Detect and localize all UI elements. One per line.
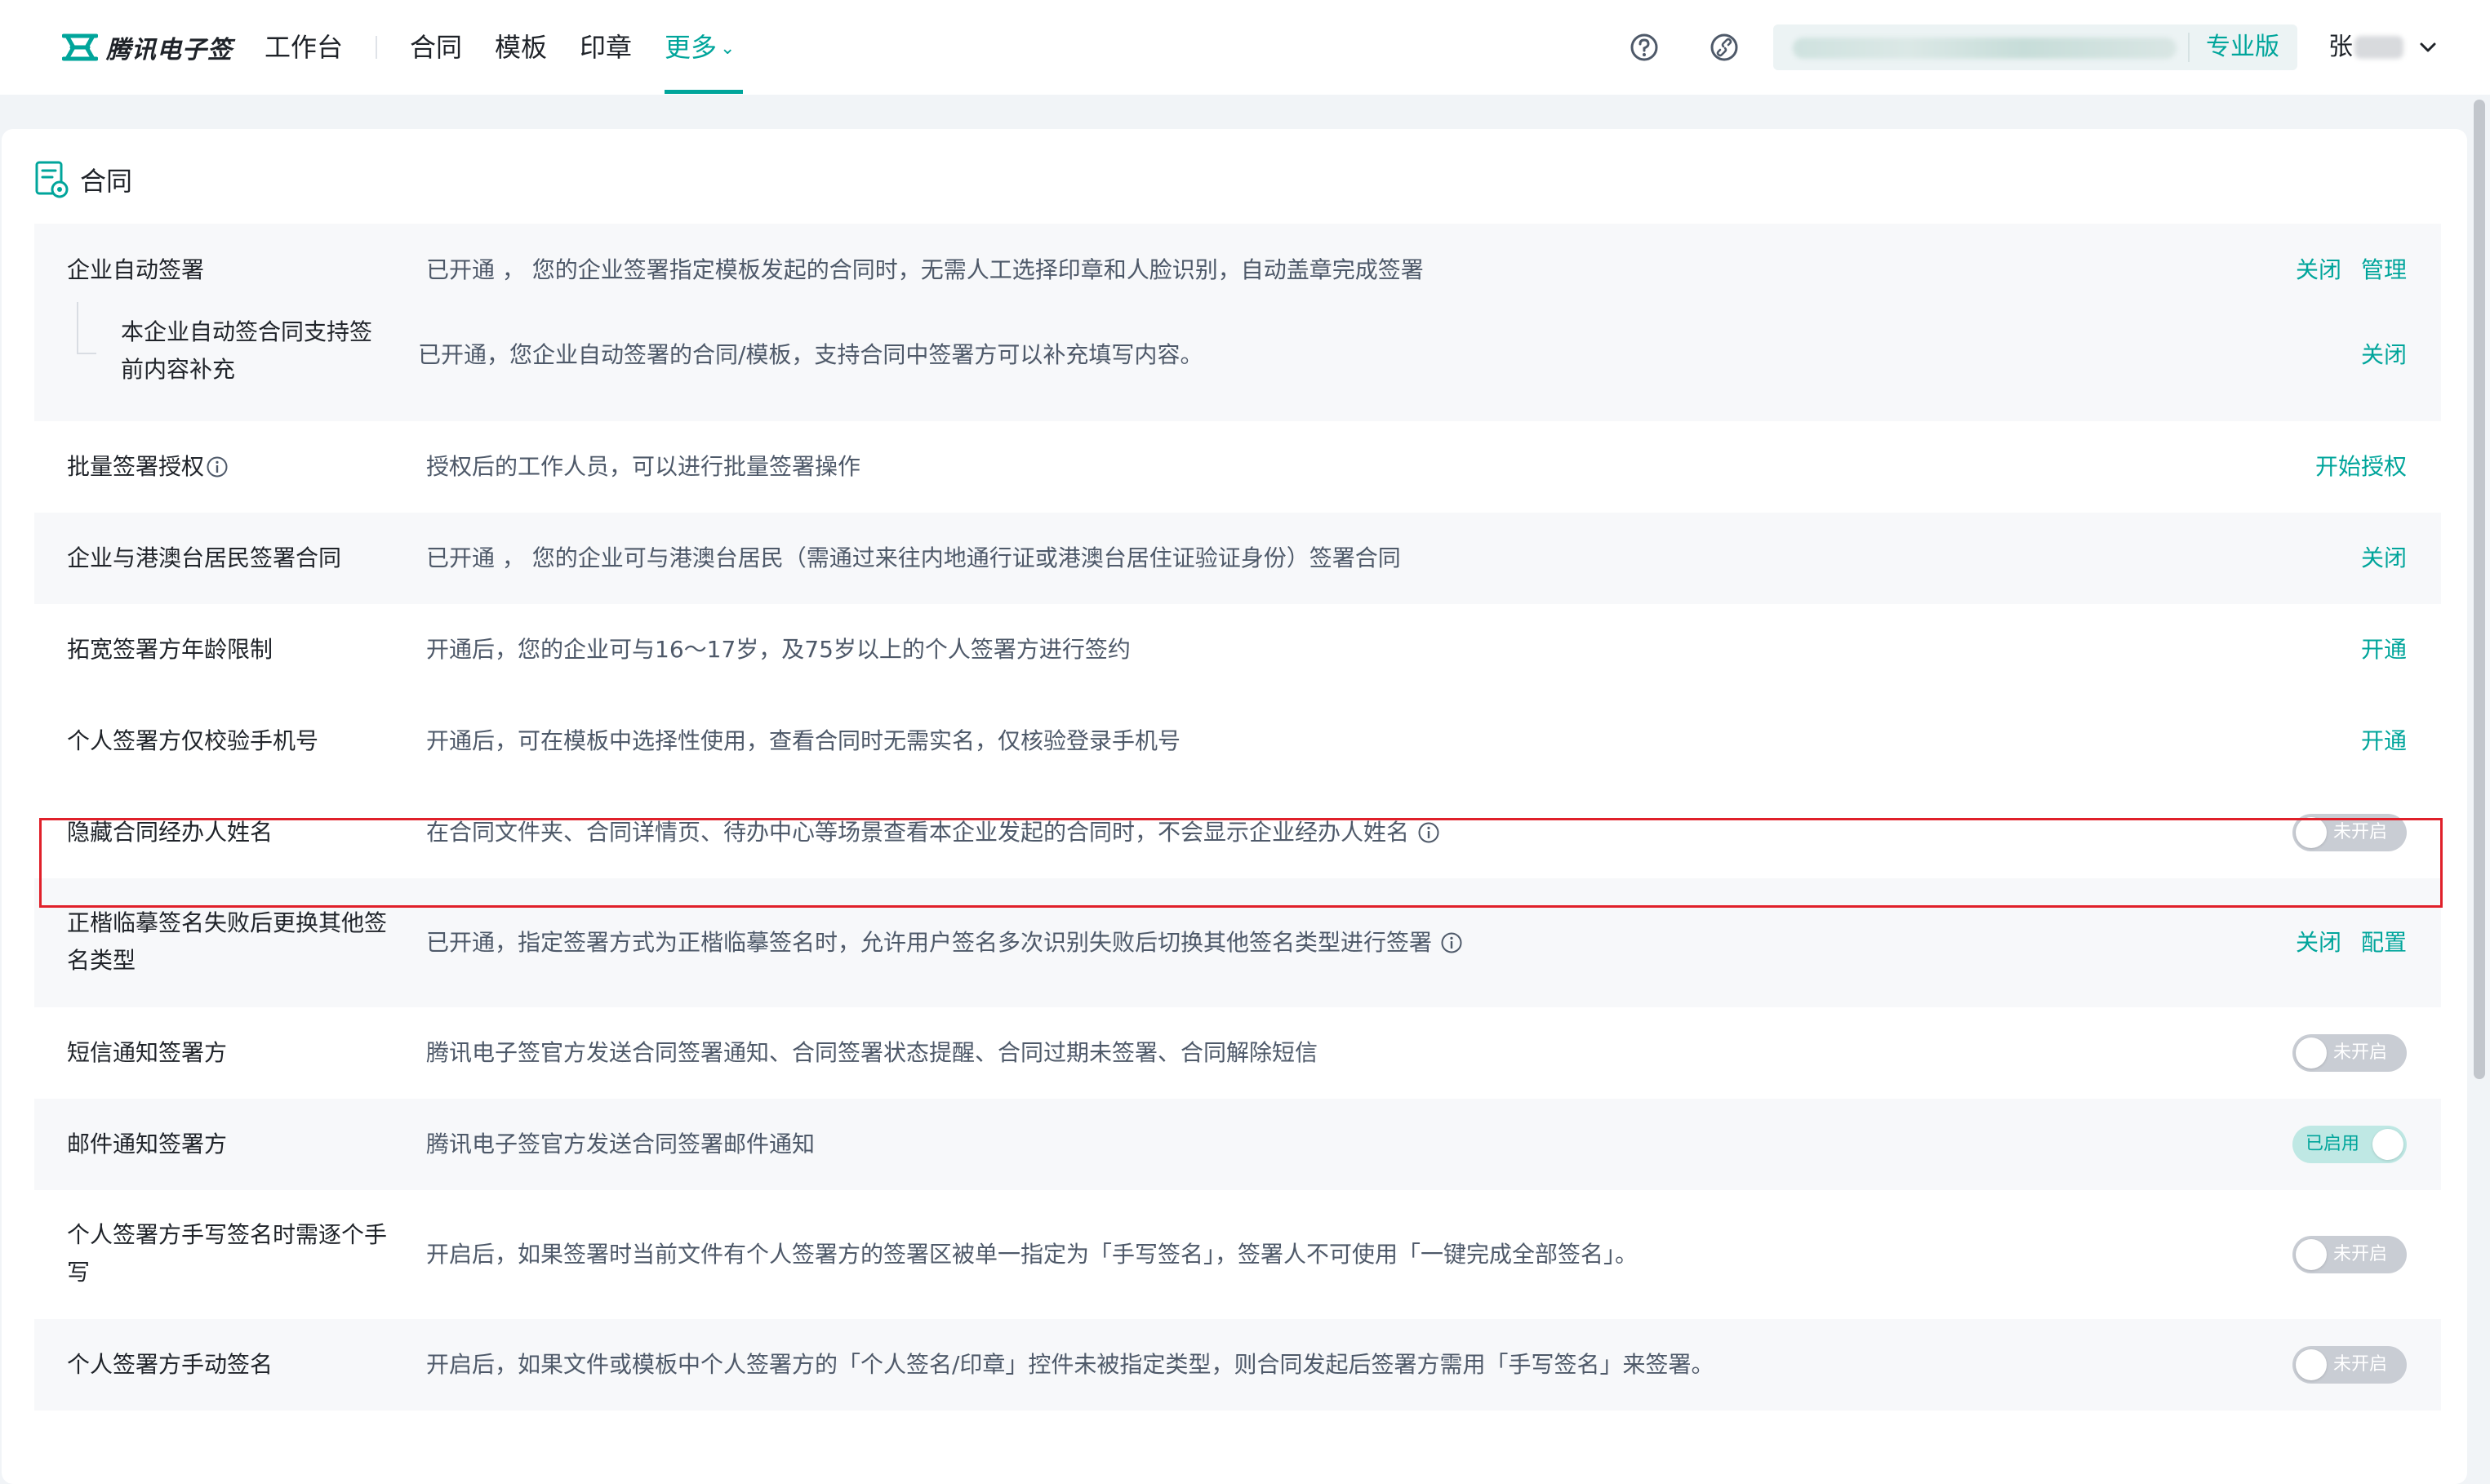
user-name-redacted [2354,36,2403,59]
settings-row-age-limit: 拓宽签署方年龄限制 开通后，您的企业可与16～17岁，及75岁以上的个人签署方进… [34,604,2441,695]
scrollbar-thumb[interactable] [2474,100,2485,1079]
row-description: 开启后，如果签署时当前文件有个人签署方的签署区被单一指定为「手写签名」，签署人不… [426,1241,1639,1268]
user-name[interactable]: 张 [2328,26,2353,69]
nav-active-indicator [665,90,743,94]
chevron-down-icon[interactable] [2417,33,2439,62]
configure-link[interactable]: 配置 [2361,924,2407,962]
link-circle-icon[interactable] [1710,33,1739,62]
row-label: 企业自动签署 [67,256,205,283]
row-label-text: 批量签署授权 [67,453,205,480]
row-label: 正楷临摹签名失败后更换其他签名类型 [67,909,388,974]
row-actions: 已启用 [2292,1126,2407,1163]
top-navigation-bar: 腾讯电子签 工作台 合同 模板 印章 更多 ⌄ 专业版 张 [0,0,2490,95]
logo[interactable]: 腾讯电子签 [62,28,233,67]
row-actions: 未开启 [2292,1034,2407,1072]
row-label: 个人签署方手写签名时需逐个手写 [67,1221,388,1286]
toggle-knob [2296,1239,2327,1270]
sms-notify-toggle[interactable]: 未开启 [2292,1034,2407,1072]
contract-document-icon [35,161,69,198]
plan-badge: 专业版 [2206,33,2279,61]
organization-switcher[interactable]: 专业版 [1773,24,2297,70]
org-divider [2188,33,2190,62]
row-actions: 未开启 [2292,1236,2407,1273]
highlight-annotation [39,818,2443,908]
row-actions: 开通 [2341,631,2407,669]
toggle-label: 已启用 [2305,1134,2360,1154]
sub-row-label: 本企业自动签合同支持签前内容补充 [121,318,373,383]
sub-item-connector [77,302,96,354]
tencent-esign-logo-icon [62,33,98,61]
row-description: 授权后的工作人员，可以进行批量签署操作 [426,453,861,480]
close-link[interactable]: 关闭 [2361,540,2407,577]
sub-row-description: 已开通，您企业自动签署的合同/模板，支持合同中签署方可以补充填写内容。 [418,341,1203,368]
row-description: 开通后，您的企业可与16～17岁，及75岁以上的个人签署方进行签约 [426,636,1131,663]
settings-row-handwrite-each: 个人签署方手写签名时需逐个手写 开启后，如果签署时当前文件有个人签署方的签署区被… [34,1190,2441,1319]
row-label: 企业与港澳台居民签署合同 [67,544,342,571]
row-description: 已开通 ， 您的企业可与港澳台居民（需通过来往内地通行证或港澳台居住证验证身份）… [426,544,1401,571]
question-circle-icon[interactable] [1630,33,1659,62]
row-actions: 开始授权 [2296,448,2407,486]
row-label: 短信通知签署方 [67,1039,228,1066]
nav-contract[interactable]: 合同 [410,26,462,69]
row-description: 腾讯电子签官方发送合同签署邮件通知 [426,1131,816,1157]
row-description: 开通后，可在模板中选择性使用，查看合同时无需实名，仅核验登录手机号 [426,727,1181,754]
settings-row-hk-macao-taiwan: 企业与港澳台居民签署合同 已开通 ， 您的企业可与港澳台居民（需通过来往内地通行… [34,513,2441,604]
start-authorization-link[interactable]: 开始授权 [2315,448,2407,486]
row-label: 批量签署授权 [67,448,402,486]
settings-row-auto-sign: 企业自动签署 已开通 ， 您的企业签署指定模板发起的合同时，无需人工选择印章和人… [34,224,2441,421]
settings-row-manual-signature: 个人签署方手动签名 开启后，如果文件或模板中个人签署方的「个人签名/印章」控件未… [34,1319,2441,1411]
nav-more-dropdown[interactable]: 更多 ⌄ [665,26,735,69]
toggle-knob [2296,1037,2327,1069]
toggle-knob [2296,1349,2327,1380]
row-label: 个人签署方手动签名 [67,1351,273,1378]
settings-row-phone-only-verify: 个人签署方仅校验手机号 开通后，可在模板中选择性使用，查看合同时无需实名，仅核验… [34,695,2441,787]
row-actions: 开通 [2341,722,2407,760]
nav-more-label: 更多 [665,32,718,63]
logo-text: 腾讯电子签 [106,36,233,64]
settings-row-batch-sign-auth: 批量签署授权 授权后的工作人员，可以进行批量签署操作 开始授权 [34,421,2441,513]
close-link[interactable]: 关闭 [2296,924,2341,962]
row-description-text: 已开通，指定签署方式为正楷临摹签名时，允许用户签名多次识别失败后切换其他签名类型… [426,929,1433,956]
toggle-label: 未开启 [2333,1042,2388,1063]
section-header: 合同 [34,158,132,201]
nav-template[interactable]: 模板 [495,26,547,69]
organization-name-redacted [1793,38,2177,59]
row-label: 邮件通知签署方 [67,1131,228,1157]
settings-row-sms-notify: 短信通知签署方 腾讯电子签官方发送合同签署通知、合同签署状态提醒、合同过期未签署… [34,1007,2441,1099]
nav-workbench[interactable]: 工作台 [265,26,343,69]
handwrite-each-toggle[interactable]: 未开启 [2292,1236,2407,1273]
manual-signature-toggle[interactable]: 未开启 [2292,1346,2407,1384]
info-circle-icon[interactable] [1440,931,1463,954]
row-label: 拓宽签署方年龄限制 [67,636,273,663]
toggle-knob [2372,1129,2403,1160]
close-link[interactable]: 关闭 [2296,251,2341,289]
row-actions: 未开启 [2292,1346,2407,1384]
settings-row-email-notify: 邮件通知签署方 腾讯电子签官方发送合同签署邮件通知 已启用 [34,1099,2441,1190]
info-circle-icon[interactable] [206,455,229,478]
sub-row-actions: 关闭 [2341,336,2407,374]
row-actions: 关闭 [2341,540,2407,577]
row-description: 开启后，如果文件或模板中个人签署方的「个人签名/印章」控件未被指定类型，则合同发… [426,1351,1714,1378]
chevron-down-icon: ⌄ [720,38,736,59]
email-notify-toggle[interactable]: 已启用 [2292,1126,2407,1163]
enable-link[interactable]: 开通 [2361,631,2407,669]
enable-link[interactable]: 开通 [2361,722,2407,760]
row-actions: 关闭 管理 [2276,251,2407,289]
toggle-label: 未开启 [2333,1244,2388,1264]
row-description: 已开通 ， 您的企业签署指定模板发起的合同时，无需人工选择印章和人脸识别，自动盖… [426,256,1424,283]
row-actions: 关闭 配置 [2276,924,2407,962]
section-title: 合同 [80,166,133,197]
row-description: 已开通，指定签署方式为正楷临摹签名时，允许用户签名多次识别失败后切换其他签名类型… [426,924,1463,962]
nav-seal[interactable]: 印章 [580,26,632,69]
row-label: 个人签署方仅校验手机号 [67,727,319,754]
row-description: 腾讯电子签官方发送合同签署通知、合同签署状态提醒、合同过期未签署、合同解除短信 [426,1039,1318,1066]
contract-settings-card: 合同 企业自动签署 已开通 ， 您的企业签署指定模板发起的合同时，无需人工选择印… [2,129,2467,1484]
close-link[interactable]: 关闭 [2361,336,2407,374]
manage-link[interactable]: 管理 [2361,251,2407,289]
nav-divider [376,36,377,59]
toggle-label: 未开启 [2333,1354,2388,1375]
